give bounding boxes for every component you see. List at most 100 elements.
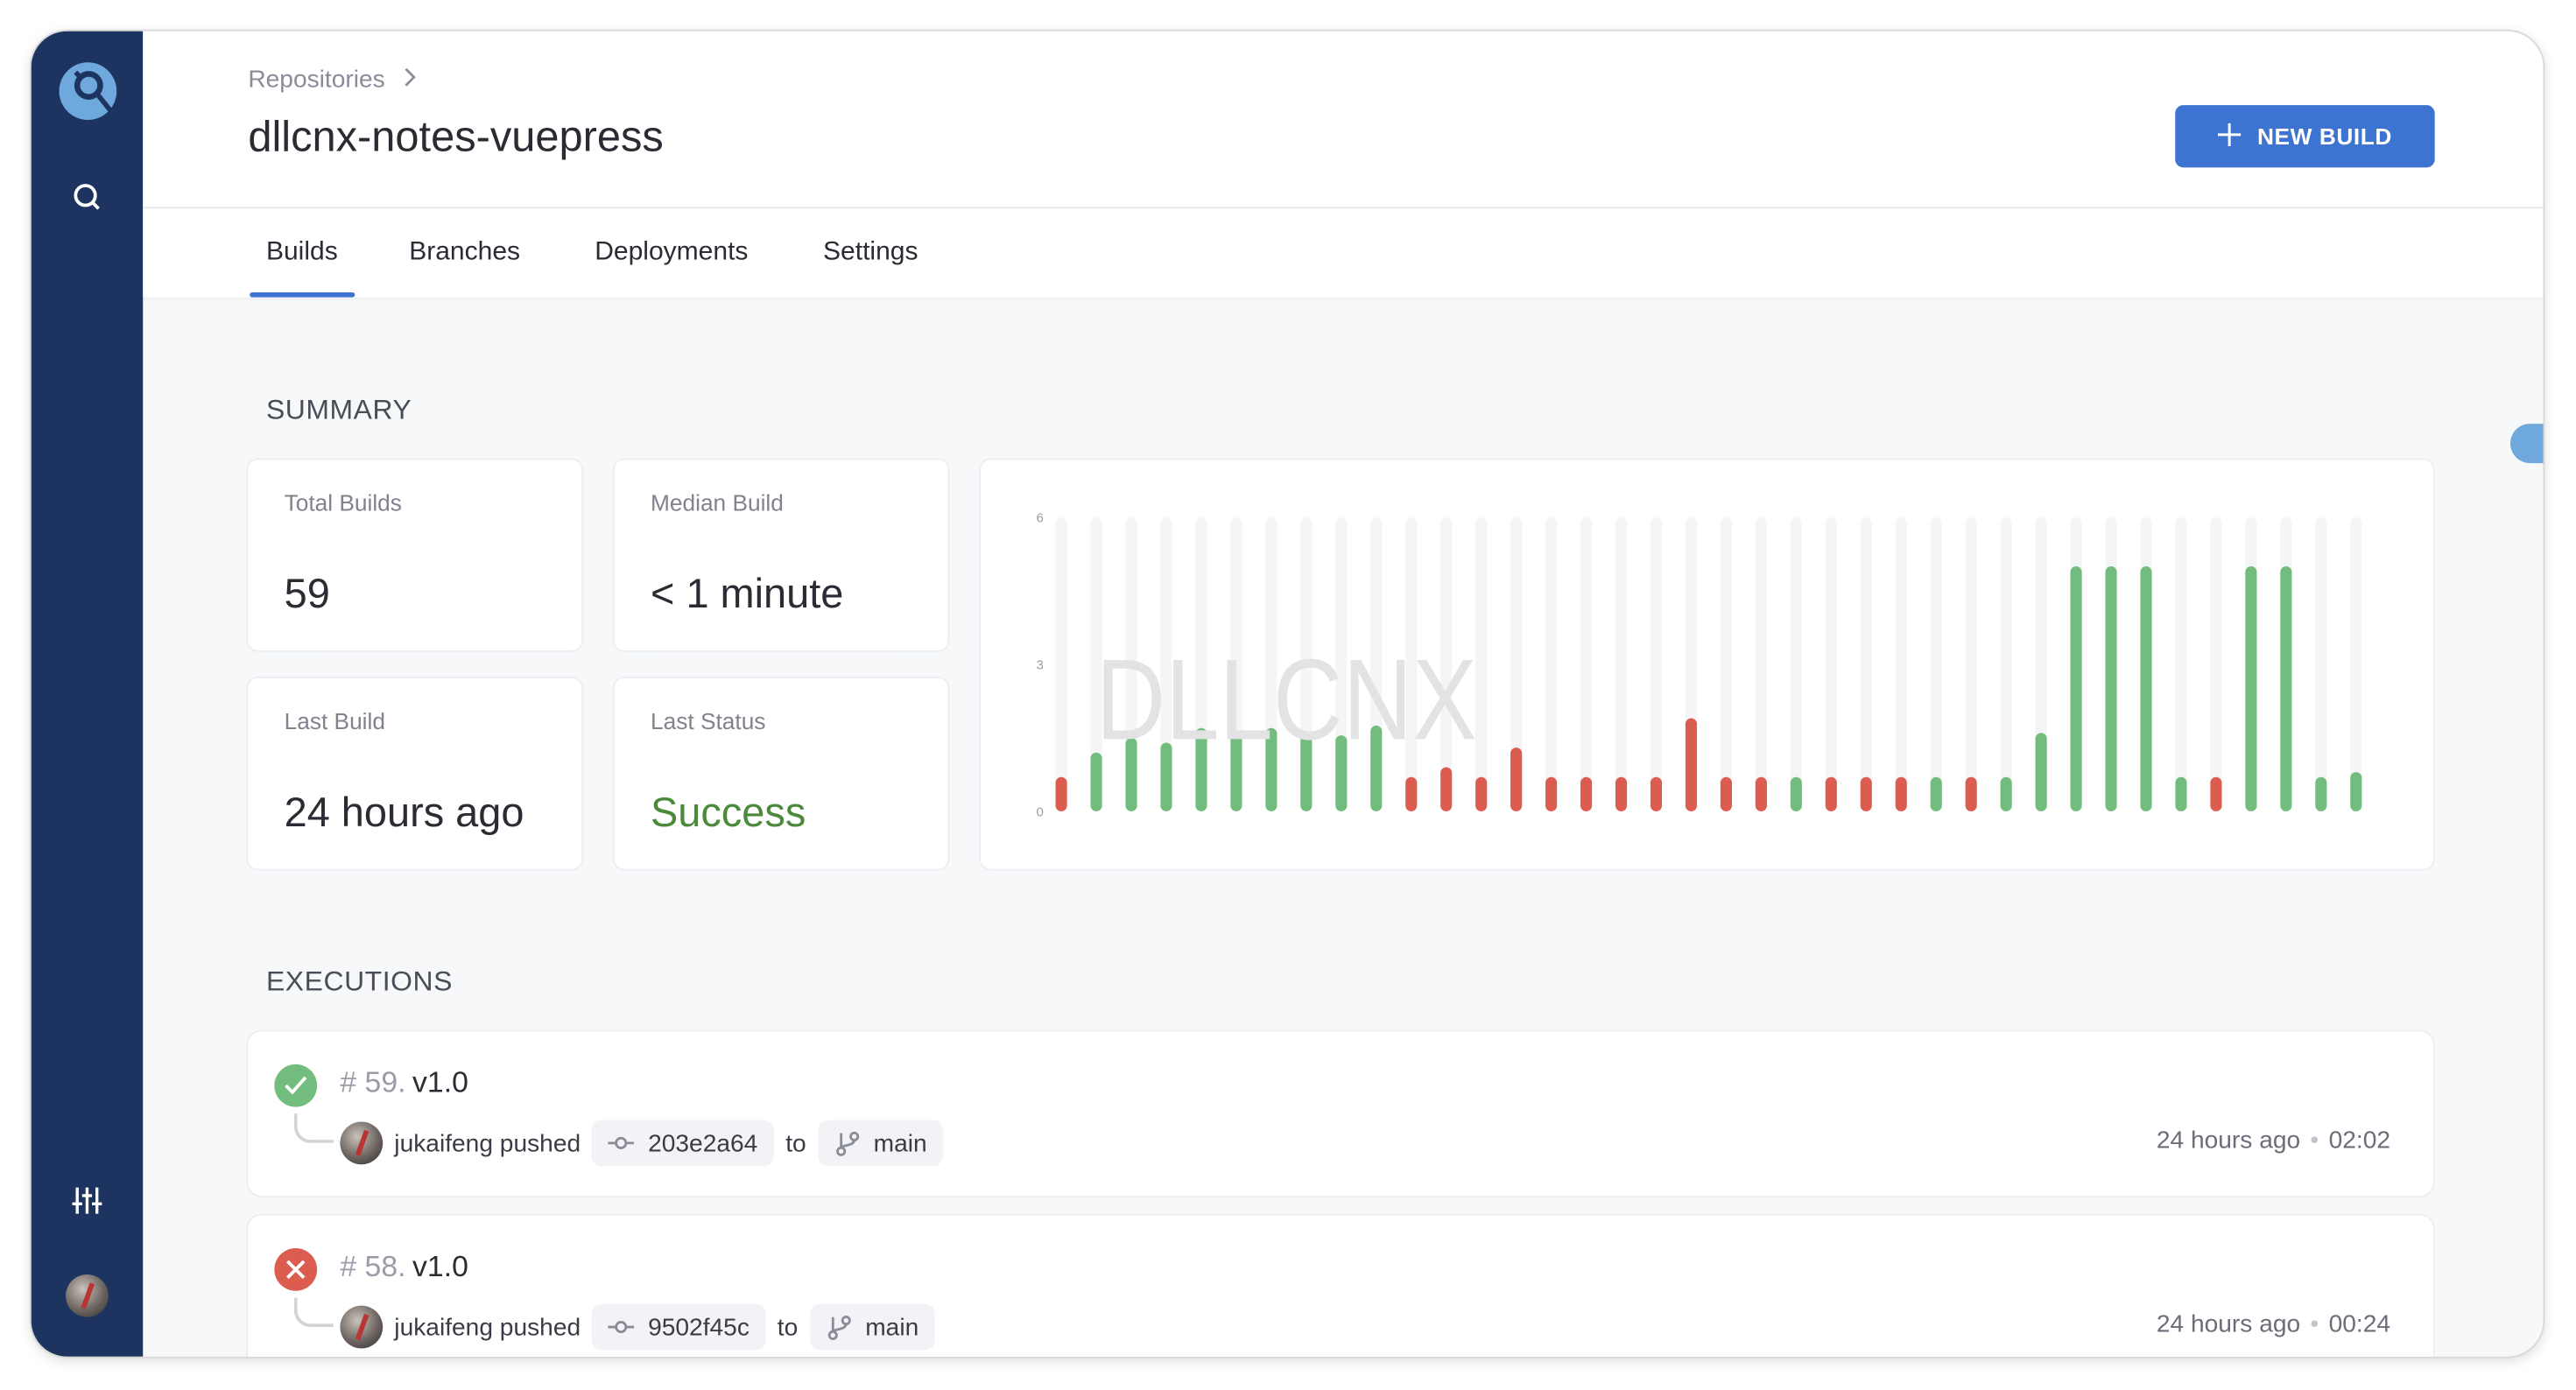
stat-last-build: Last Build 24 hours ago [248,677,582,869]
branch-icon [827,1316,851,1340]
commit-icon [609,1136,636,1149]
build-number-text: # 59. [340,1065,406,1099]
time-ago: 24 hours ago [2156,1127,2301,1155]
build-bar-success[interactable] [2140,566,2152,811]
branch-name: main [873,1128,927,1157]
bar-track [1580,517,1593,811]
separator-dot: • [2310,1127,2319,1155]
build-bar-success[interactable] [2105,566,2117,811]
build-version: v1.0 [412,1065,468,1099]
user-avatar[interactable] [66,1274,109,1317]
branch-pill[interactable]: main [817,1120,944,1167]
build-duration: 00:24 [2328,1310,2391,1339]
chart-svg: DLLCNX 0 3 6 [1037,511,2362,820]
build-bar-success[interactable] [1930,776,1942,811]
app-window: Repositories dllcnx-notes-vuepress NEW B… [31,31,2544,1357]
branch-pill[interactable]: main [809,1303,935,1351]
summary-heading: SUMMARY [265,394,412,425]
executions-heading: EXECUTIONS [265,965,453,997]
build-number: # 58. v1.0 [340,1250,468,1284]
build-meta: jukaifeng pushed 9502f45c to main [340,1303,935,1351]
tab-branches[interactable]: Branches [409,208,520,297]
drone-logo-icon[interactable] [59,62,117,120]
y-tick-label: 3 [1037,658,1044,673]
build-bar-failure[interactable] [1965,776,1977,811]
build-bar-failure[interactable] [1615,776,1628,811]
build-bar-success[interactable] [1790,776,1802,811]
bar-track [1930,517,1942,811]
build-bar-failure[interactable] [1545,776,1558,811]
y-tick-label: 0 [1037,805,1044,820]
build-time: 24 hours ago • 00:24 [2157,1310,2390,1338]
stat-value: 24 hours ago [284,790,524,837]
build-bar-success[interactable] [2315,776,2327,811]
bar-track [1475,517,1488,811]
tab-builds[interactable]: Builds [250,208,354,298]
bar-track [1615,517,1628,811]
command-shortcut-icon[interactable] [2509,424,2544,464]
bar-track [1755,517,1767,811]
author-avatar [340,1121,384,1165]
build-bar-failure[interactable] [1055,776,1067,811]
build-bar-failure[interactable] [1825,776,1837,811]
tree-connector [293,1113,334,1143]
tree-connector [293,1297,334,1328]
bar-track [1055,517,1067,811]
stat-label: Last Status [651,707,766,734]
build-bar-success[interactable] [2000,776,2012,811]
build-bar-failure[interactable] [1755,776,1767,811]
build-bar-success[interactable] [2350,772,2362,811]
build-bar-failure[interactable] [1475,776,1488,811]
breadcrumb: Repositories [248,66,418,94]
bar-track [1860,517,1872,811]
search-icon[interactable] [67,178,107,217]
build-bar-success[interactable] [2070,566,2082,811]
build-bar-failure[interactable] [1405,776,1418,811]
build-bar-failure[interactable] [1580,776,1593,811]
build-bar-failure[interactable] [1860,776,1872,811]
execution-row[interactable]: # 59. v1.0 jukaifeng pushed 203e2a64 to m… [248,1031,2433,1196]
bar-track [2315,517,2327,811]
build-bar-failure[interactable] [1650,776,1663,811]
build-duration-chart: DLLCNX 0 3 6 [981,460,2433,869]
build-bar-success[interactable] [2280,566,2292,811]
breadcrumb-repositories[interactable]: Repositories [248,66,384,94]
execution-row[interactable]: # 58. v1.0 jukaifeng pushed 9502f45c to m… [248,1215,2433,1357]
build-bar-failure[interactable] [1720,776,1732,811]
separator-dot: • [2310,1310,2319,1339]
settings-sliders-icon[interactable] [67,1181,107,1220]
build-bar-failure[interactable] [1685,718,1698,811]
stat-last-status: Last Status Success [614,677,948,869]
bar-track [2350,517,2362,811]
y-tick-label: 6 [1037,511,1044,526]
build-meta: jukaifeng pushed 203e2a64 to main [340,1120,944,1167]
commit-sha: 9502f45c [648,1313,750,1341]
new-build-button[interactable]: NEW BUILD [2175,105,2435,168]
build-bar-success[interactable] [2175,776,2187,811]
bar-track [1895,517,1907,811]
stat-label: Last Build [284,707,385,734]
chart-watermark: DLLCNX [1095,635,1476,763]
tab-settings[interactable]: Settings [823,208,918,297]
time-ago: 24 hours ago [2156,1310,2301,1339]
build-bar-failure[interactable] [1440,767,1453,811]
tab-deployments[interactable]: Deployments [595,208,748,297]
stat-value: < 1 minute [651,571,844,618]
stat-value: Success [651,790,806,837]
build-bar-success[interactable] [2245,566,2257,811]
bar-track [1825,517,1837,811]
build-bar-failure[interactable] [2210,776,2222,811]
plus-icon [2217,122,2242,151]
commit-pill[interactable]: 203e2a64 [592,1120,775,1167]
build-version: v1.0 [412,1249,468,1283]
bar-track [2175,517,2187,811]
build-bar-failure[interactable] [1510,748,1523,811]
build-bar-success[interactable] [2035,733,2047,811]
bar-track [1965,517,1977,811]
tab-bar: Builds Branches Deployments Settings [143,208,2544,298]
commit-pill[interactable]: 9502f45c [592,1303,766,1351]
bar-track [2000,517,2012,811]
branch-name: main [865,1313,919,1341]
build-bar-failure[interactable] [1895,776,1907,811]
page-header: Repositories dllcnx-notes-vuepress NEW B… [143,31,2544,209]
